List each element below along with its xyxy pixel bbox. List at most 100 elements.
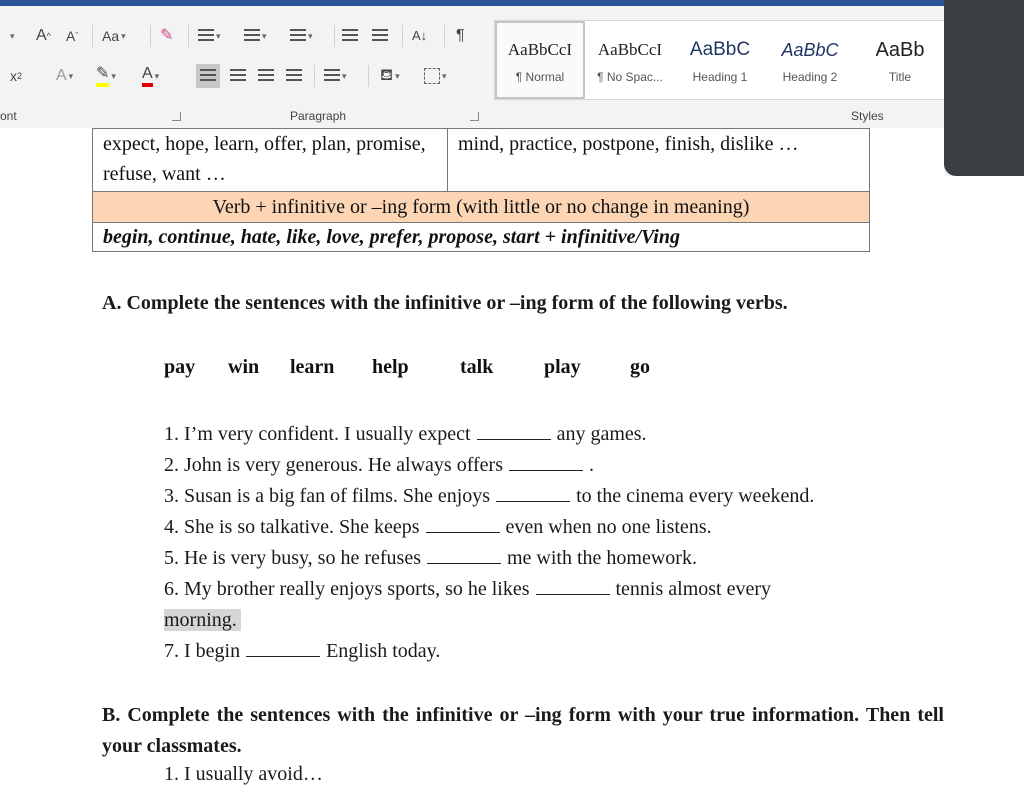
ribbon-separator bbox=[150, 25, 151, 47]
align-center-button[interactable] bbox=[230, 64, 246, 88]
font-size-dropdown[interactable]: ▾ bbox=[8, 24, 15, 48]
change-case-icon: Aa bbox=[102, 28, 120, 44]
word-bank-item: help bbox=[372, 356, 409, 378]
sentence-text: English today. bbox=[326, 640, 441, 662]
sentence-text: . bbox=[589, 454, 594, 476]
increase-indent-button[interactable] bbox=[372, 24, 388, 48]
sentence-text: 5. He is very busy, so he refuses bbox=[164, 547, 421, 569]
sort-button[interactable]: A↓ bbox=[412, 24, 427, 48]
list-item: 3. Susan is a big fan of films. She enjo… bbox=[164, 481, 954, 512]
chevron-down-icon: ▾ bbox=[68, 71, 74, 81]
style-title[interactable]: AaBb Title bbox=[855, 21, 945, 99]
chevron-down-icon: ▾ bbox=[111, 71, 116, 81]
style-sample: AaBbCcI bbox=[597, 40, 663, 59]
change-case-button[interactable]: Aa ▾ bbox=[102, 24, 126, 48]
chevron-down-icon: ▾ bbox=[308, 31, 313, 41]
selected-text[interactable]: morning. bbox=[164, 609, 241, 631]
word-bank-item: play bbox=[544, 356, 581, 378]
multilevel-list-icon bbox=[290, 29, 306, 43]
text-effects-button[interactable]: A ▾ bbox=[56, 64, 73, 88]
chevron-down-icon: ▾ bbox=[216, 31, 221, 41]
sentence-text: 3. Susan is a big fan of films. She enjo… bbox=[164, 485, 491, 507]
word-bank-item: pay bbox=[164, 356, 196, 378]
verb-pattern-table: expect, hope, learn, offer, plan, promis… bbox=[92, 128, 870, 252]
style-sample: AaBb bbox=[875, 39, 925, 61]
bullets-button[interactable]: ▾ bbox=[198, 24, 221, 48]
pilcrow-icon: ¶ bbox=[456, 27, 465, 44]
style-label: Title bbox=[888, 70, 912, 84]
list-item: 6. My brother really enjoys sports, so h… bbox=[164, 574, 954, 605]
style-label: Heading 1 bbox=[692, 70, 748, 84]
answer-blank bbox=[535, 578, 610, 595]
paint-bucket-icon: ⛾ bbox=[380, 67, 394, 84]
word-bank-item: learn bbox=[290, 356, 335, 378]
style-sample: AaBbCcI bbox=[507, 40, 573, 59]
numbering-button[interactable]: ▾ bbox=[244, 24, 267, 48]
highlight-color-button[interactable]: ✎ ▾ bbox=[96, 64, 116, 88]
text-effects-icon: A bbox=[56, 67, 67, 84]
font-dialog-launcher-icon[interactable] bbox=[172, 112, 181, 121]
align-left-button[interactable] bbox=[196, 64, 220, 88]
style-label: ¶ No Spac... bbox=[597, 70, 663, 84]
align-right-button[interactable] bbox=[258, 64, 274, 88]
list-item-continuation: morning. bbox=[164, 605, 954, 636]
font-color-button[interactable]: A ▾ bbox=[142, 64, 159, 88]
style-sample: AaBbC bbox=[781, 40, 839, 60]
justify-icon bbox=[286, 69, 302, 83]
clear-formatting-button[interactable]: ✎ bbox=[160, 24, 173, 48]
ribbon-separator bbox=[368, 65, 369, 87]
styles-gallery: AaBbCcI ¶ Normal AaBbCcI ¶ No Spac... Aa… bbox=[494, 20, 946, 100]
show-formatting-button[interactable]: ¶ bbox=[456, 24, 465, 48]
sentence-text: to the cinema every weekend. bbox=[576, 485, 815, 507]
sentence-text: any games. bbox=[556, 423, 647, 445]
shading-button[interactable]: ⛾ ▾ bbox=[380, 64, 400, 88]
shrink-font-icon: A bbox=[66, 28, 76, 44]
grow-font-button[interactable]: A ^ bbox=[36, 24, 51, 48]
band-row-text: begin, continue, hate, like, love, prefe… bbox=[103, 226, 680, 248]
align-left-icon bbox=[200, 69, 216, 83]
table-band-row: begin, continue, hate, like, love, prefe… bbox=[92, 222, 870, 252]
word-bank-item: go bbox=[630, 356, 650, 378]
subscript-icon: x bbox=[10, 68, 17, 84]
sentence-text: 2. John is very generous. He always offe… bbox=[164, 454, 503, 476]
chevron-down-icon: ▾ bbox=[442, 71, 447, 81]
chevron-down-icon: ▾ bbox=[10, 31, 15, 41]
sentence-text: 1. I’m very confident. I usually expect bbox=[164, 423, 471, 445]
answer-blank bbox=[476, 423, 551, 440]
style-normal[interactable]: AaBbCcI ¶ Normal bbox=[495, 21, 585, 99]
shrink-font-button[interactable]: Aˇ bbox=[66, 24, 78, 48]
decrease-indent-button[interactable] bbox=[342, 24, 358, 48]
subscript-button[interactable]: x2 bbox=[10, 64, 22, 88]
cell-text: mind, practice, postpone, finish, dislik… bbox=[458, 133, 799, 155]
style-heading-2[interactable]: AaBbC Heading 2 bbox=[765, 21, 855, 99]
list-item: 1. I’m very confident. I usually expect a… bbox=[164, 419, 954, 450]
list-item: 5. He is very busy, so he refuses me with… bbox=[164, 543, 954, 574]
sort-icon: A↓ bbox=[412, 28, 428, 43]
multilevel-list-button[interactable]: ▾ bbox=[290, 24, 313, 48]
document-page[interactable] bbox=[944, 176, 1024, 800]
sentence-text: me with the homework. bbox=[506, 547, 697, 569]
overlay-panel bbox=[944, 0, 1024, 176]
ribbon: ▾ A ^ Aˇ Aa ▾ ✎ x2 A ▾ ✎ ▾ A ▾ ▾ ▾ ▾ A↓ ¶ ▾ ⛾… bbox=[0, 6, 1024, 128]
list-item: 2. John is very generous. He always offe… bbox=[164, 450, 954, 481]
borders-icon bbox=[424, 68, 440, 84]
font-color-icon: A bbox=[142, 65, 153, 87]
highlighter-icon: ✎ bbox=[96, 65, 110, 87]
paragraph-dialog-launcher-icon[interactable] bbox=[470, 112, 479, 121]
justify-button[interactable] bbox=[286, 64, 302, 88]
borders-button[interactable]: ▾ bbox=[424, 64, 447, 88]
sentence-text: tennis almost every bbox=[615, 578, 772, 600]
list-item: 7. I begin English today. bbox=[164, 636, 954, 667]
list-item: 1. I usually avoid… bbox=[164, 763, 323, 785]
style-heading-1[interactable]: AaBbC Heading 1 bbox=[675, 21, 765, 99]
table-cell-infinitive-verbs: expect, hope, learn, offer, plan, promis… bbox=[92, 128, 448, 192]
eraser-icon: ✎ bbox=[160, 27, 174, 44]
paragraph-group-label: Paragraph bbox=[290, 109, 347, 123]
align-right-icon bbox=[258, 69, 274, 83]
answer-blank bbox=[426, 547, 501, 564]
style-no-spacing[interactable]: AaBbCcI ¶ No Spac... bbox=[585, 21, 675, 99]
section-a-heading: A. Complete the sentences with the infin… bbox=[102, 292, 788, 314]
section-b-heading: B. Complete the sentences with the infin… bbox=[102, 704, 944, 757]
line-spacing-button[interactable]: ▾ bbox=[324, 64, 347, 88]
style-sample: AaBbC bbox=[689, 39, 751, 60]
